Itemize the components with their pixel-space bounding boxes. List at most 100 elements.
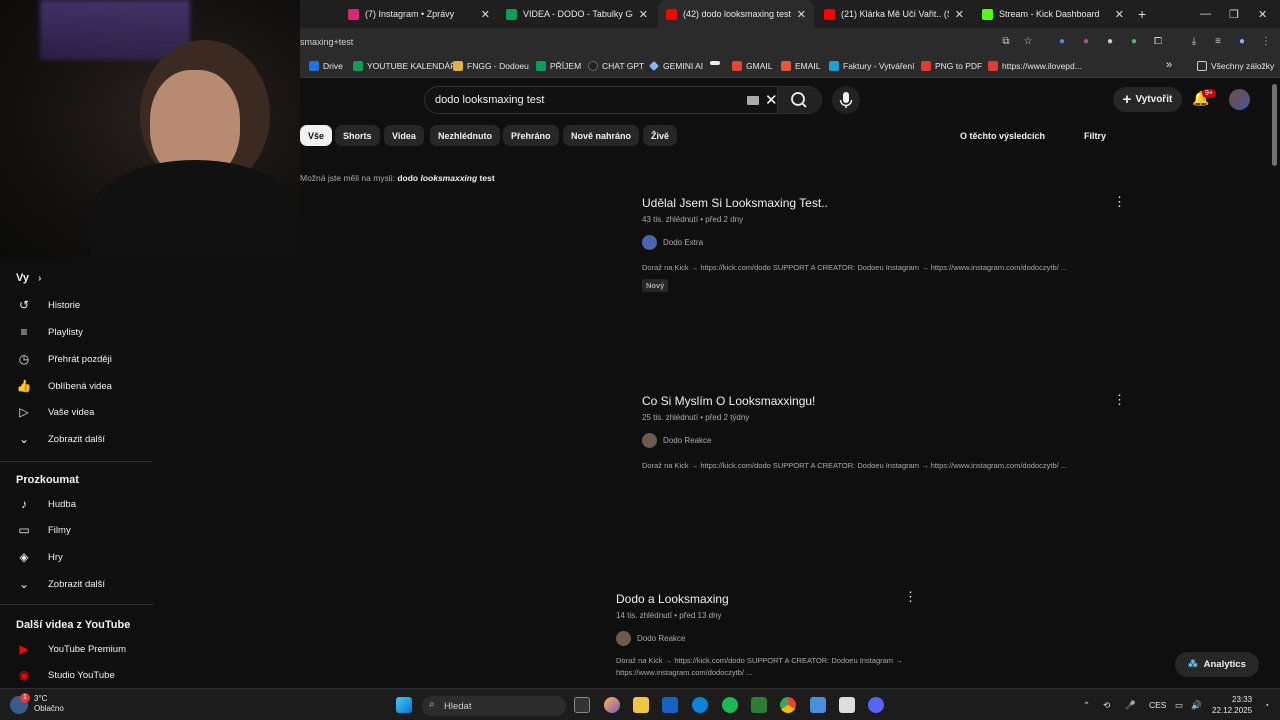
sidebar-item-show-more[interactable]: ⌄ Zobrazit další bbox=[16, 432, 105, 446]
suggest-word[interactable]: test bbox=[480, 173, 495, 183]
browser-tab[interactable]: VIDEA - DODO - Tabulky Goog ✕ bbox=[498, 0, 656, 28]
bookmark-item[interactable]: EMAIL bbox=[781, 61, 821, 71]
edge-icon[interactable] bbox=[692, 697, 708, 713]
avatar[interactable] bbox=[1229, 89, 1250, 110]
sidebar-item-premium[interactable]: ▶ YouTube Premium bbox=[16, 642, 126, 656]
outlook-icon[interactable] bbox=[662, 697, 678, 713]
bookmark-item[interactable]: CHAT GPT bbox=[588, 61, 644, 71]
extension-icon[interactable]: ● bbox=[1080, 36, 1092, 48]
sidebar-item-your-videos[interactable]: ▷ Vaše videa bbox=[16, 405, 94, 419]
notifications-icon[interactable]: ◔ bbox=[1264, 700, 1269, 710]
photos-icon[interactable] bbox=[810, 697, 826, 713]
all-bookmarks[interactable]: Všechny záložky bbox=[1197, 61, 1274, 71]
close-tab-icon[interactable]: ✕ bbox=[639, 8, 648, 21]
more-options-icon[interactable]: ⋮ bbox=[1113, 194, 1126, 210]
channel-row[interactable]: Dodo Reakce bbox=[642, 433, 1102, 448]
browser-tab[interactable]: Stream - Kick Dashboard ✕ bbox=[974, 0, 1132, 28]
close-tab-icon[interactable]: ✕ bbox=[955, 8, 964, 21]
sidebar-item-playlists[interactable]: ≡ Playlisty bbox=[16, 325, 82, 339]
chip-recent[interactable]: Nově nahráno bbox=[563, 125, 640, 146]
copilot-icon[interactable] bbox=[604, 697, 620, 713]
search-button[interactable] bbox=[777, 87, 821, 113]
display-icon[interactable]: ▭ bbox=[1175, 700, 1183, 711]
filters-button[interactable]: Filtry bbox=[1084, 131, 1106, 141]
more-options-icon[interactable]: ⋮ bbox=[1113, 392, 1126, 408]
sidebar-item-history[interactable]: ↺ Historie bbox=[16, 298, 80, 312]
bookmark-item[interactable]: Drive bbox=[309, 61, 343, 71]
file-explorer-icon[interactable] bbox=[633, 697, 649, 713]
sidebar-item-music[interactable]: ♪ Hudba bbox=[16, 497, 76, 511]
discord-icon[interactable] bbox=[868, 697, 884, 713]
chip-videos[interactable]: Videa bbox=[384, 125, 424, 146]
cast-icon[interactable]: ⧉ bbox=[1000, 36, 1012, 48]
sidebar-item-watch-later[interactable]: ◷ Přehrát později bbox=[16, 352, 112, 366]
close-tab-icon[interactable]: ✕ bbox=[797, 8, 806, 21]
menu-icon[interactable]: ⋮ bbox=[1260, 36, 1272, 48]
language-indicator[interactable]: CES bbox=[1149, 700, 1166, 710]
sidebar-you[interactable]: Vy › bbox=[16, 272, 41, 284]
scrollbar[interactable] bbox=[1272, 84, 1277, 166]
weather-widget[interactable]: 3°C Oblačno bbox=[34, 694, 64, 714]
bookmark-item[interactable]: FNGG - Dodoeu bbox=[453, 61, 529, 71]
close-window-icon[interactable]: ✕ bbox=[1258, 0, 1267, 28]
browser-tab[interactable]: (21) Klárka Mě Učí Vařit.. (Špatn ✕ bbox=[816, 0, 972, 28]
video-title[interactable]: Udělal Jsem Si Looksmaxing Test.. bbox=[642, 196, 1102, 210]
chrome-icon[interactable] bbox=[780, 697, 796, 713]
video-result[interactable]: Co Si Myslím O Looksmaxxingu! 25 tis. zh… bbox=[642, 394, 1102, 472]
analytics-button[interactable]: ⁂ Analytics bbox=[1175, 652, 1259, 677]
create-button[interactable]: + Vytvořit bbox=[1113, 87, 1182, 112]
bookmark-item[interactable]: Faktury - Vytváření bbox=[829, 61, 914, 71]
extension-icon[interactable]: ● bbox=[1128, 36, 1140, 48]
more-options-icon[interactable]: ⋮ bbox=[904, 589, 917, 605]
suggest-word[interactable]: dodo bbox=[397, 173, 418, 183]
chip-shorts[interactable]: Shorts bbox=[335, 125, 380, 146]
bookmark-item[interactable]: YOUTUBE KALENDÁŘ bbox=[353, 61, 456, 71]
extension-icon[interactable]: ● bbox=[1104, 36, 1116, 48]
minimize-icon[interactable]: — bbox=[1200, 0, 1211, 28]
download-icon[interactable]: ⤓ bbox=[1188, 36, 1200, 48]
channel-name[interactable]: Dodo Reakce bbox=[663, 436, 711, 445]
chip-live[interactable]: Živě bbox=[643, 125, 678, 146]
channel-avatar[interactable] bbox=[642, 235, 657, 250]
address-bar[interactable]: smaxing+test bbox=[300, 37, 353, 47]
sidebar-item-studio[interactable]: ◉ Studio YouTube bbox=[16, 668, 115, 682]
suggest-word-corrected[interactable]: looksmaxxing bbox=[420, 173, 477, 183]
microphone-icon[interactable]: 🎤 bbox=[1125, 700, 1136, 711]
more-bookmarks-icon[interactable]: » bbox=[1166, 59, 1172, 71]
spotify-icon[interactable] bbox=[722, 697, 738, 713]
search-input[interactable]: dodo looksmaxing test bbox=[435, 94, 544, 106]
excel-icon[interactable] bbox=[751, 697, 767, 713]
windows-start-icon[interactable] bbox=[396, 697, 412, 713]
channel-row[interactable]: Dodo Reakce bbox=[616, 631, 936, 646]
channel-name[interactable]: Dodo Extra bbox=[663, 238, 703, 247]
taskbar-search[interactable]: ⌕ Hledat bbox=[422, 696, 566, 716]
bookmark-item[interactable]: GEMINI AI bbox=[649, 61, 703, 71]
channel-avatar[interactable] bbox=[616, 631, 631, 646]
video-title[interactable]: Co Si Myslím O Looksmaxxingu! bbox=[642, 394, 1102, 408]
task-view-icon[interactable] bbox=[574, 697, 590, 713]
new-tab-button[interactable]: + bbox=[1138, 0, 1146, 28]
chip-watched[interactable]: Přehráno bbox=[503, 125, 559, 146]
close-tab-icon[interactable]: ✕ bbox=[481, 8, 490, 21]
close-tab-icon[interactable]: ✕ bbox=[1115, 8, 1124, 21]
profile-icon[interactable]: ● bbox=[1236, 36, 1248, 48]
calculator-icon[interactable] bbox=[839, 697, 855, 713]
bookmark-item[interactable]: PŘÍJEM bbox=[536, 61, 581, 71]
sidebar-item-liked[interactable]: 👍 Oblíbená videa bbox=[16, 379, 112, 393]
browser-tab[interactable]: (7) Instagram • Zprávy ✕ bbox=[340, 0, 498, 28]
restore-icon[interactable]: ❐ bbox=[1229, 0, 1239, 28]
video-result[interactable]: Udělal Jsem Si Looksmaxing Test.. 43 tis… bbox=[642, 196, 1102, 293]
media-icon[interactable]: ≡ bbox=[1212, 36, 1224, 48]
sync-icon[interactable]: ⟲ bbox=[1103, 700, 1110, 711]
extension-icon[interactable]: ● bbox=[1056, 36, 1068, 48]
search-box[interactable]: dodo looksmaxing test ✕ bbox=[424, 86, 822, 114]
sidebar-item-games[interactable]: ◈ Hry bbox=[16, 550, 62, 564]
chip-all[interactable]: Vše bbox=[300, 125, 333, 146]
voice-search-button[interactable] bbox=[832, 86, 860, 114]
channel-avatar[interactable] bbox=[642, 433, 657, 448]
clear-search-icon[interactable]: ✕ bbox=[765, 91, 778, 109]
bookmark-star-icon[interactable]: ☆ bbox=[1022, 36, 1034, 48]
extensions-puzzle-icon[interactable]: ⧠ bbox=[1152, 36, 1164, 48]
bookmark-item[interactable]: PNG to PDF bbox=[921, 61, 982, 71]
channel-name[interactable]: Dodo Reakce bbox=[637, 634, 685, 643]
